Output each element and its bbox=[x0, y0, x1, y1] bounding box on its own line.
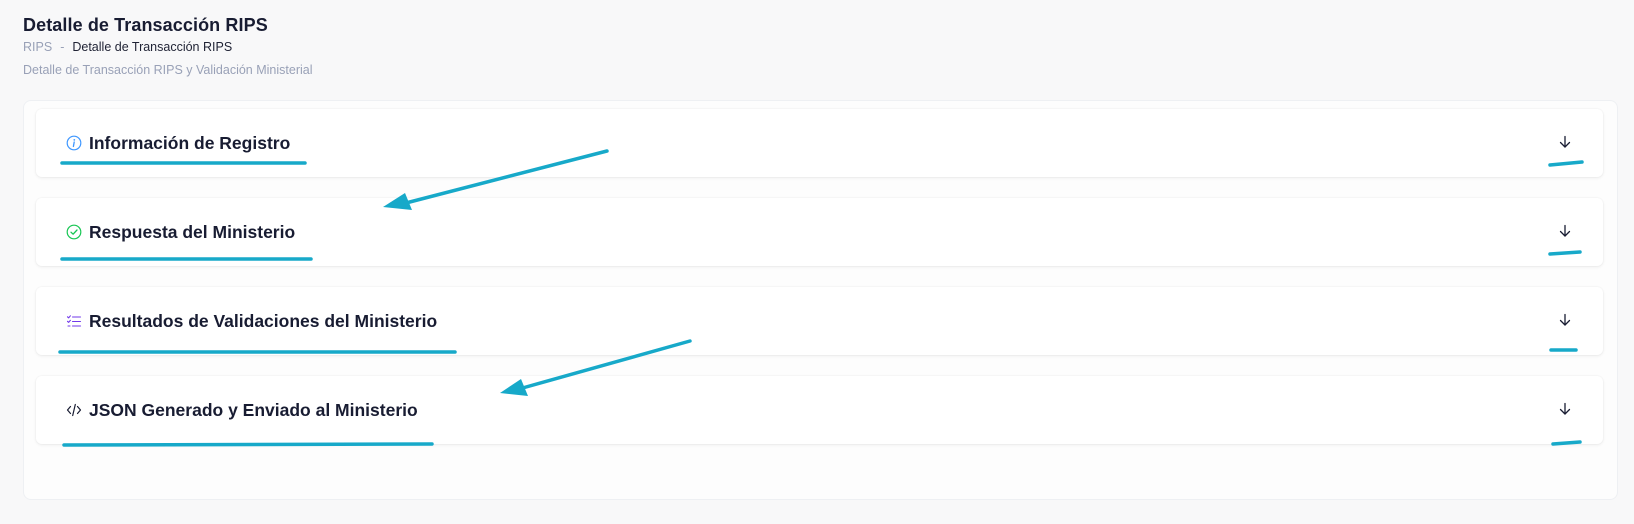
arrow-down-icon bbox=[1559, 402, 1571, 415]
info-icon bbox=[65, 134, 83, 152]
section-title: JSON Generado y Enviado al Ministerio bbox=[89, 400, 418, 420]
page-header: Detalle de Transacción RIPS RIPS - Detal… bbox=[23, 14, 268, 55]
expand-toggle-button[interactable] bbox=[1555, 399, 1575, 419]
section-header[interactable]: Respuesta del Ministerio bbox=[65, 222, 295, 242]
section-header[interactable]: JSON Generado y Enviado al Ministerio bbox=[65, 400, 418, 420]
breadcrumb: RIPS - Detalle de Transacción RIPS bbox=[23, 40, 268, 55]
breadcrumb-current: Detalle de Transacción RIPS bbox=[72, 40, 233, 54]
expand-toggle-button[interactable] bbox=[1555, 221, 1575, 241]
page-description: Detalle de Transacción RIPS y Validación… bbox=[23, 63, 313, 77]
arrow-down-icon bbox=[1559, 313, 1571, 326]
section-json-generado[interactable]: JSON Generado y Enviado al Ministerio bbox=[36, 376, 1603, 444]
breadcrumb-root-link[interactable]: RIPS bbox=[23, 40, 52, 55]
breadcrumb-separator: - bbox=[60, 40, 65, 54]
page-title: Detalle de Transacción RIPS bbox=[23, 15, 268, 35]
code-icon bbox=[65, 401, 83, 419]
section-resultados-validaciones[interactable]: Resultados de Validaciones del Ministeri… bbox=[36, 287, 1603, 355]
section-respuesta-ministerio[interactable]: Respuesta del Ministerio bbox=[36, 198, 1603, 266]
arrow-down-icon bbox=[1559, 135, 1571, 148]
section-title: Información de Registro bbox=[89, 133, 291, 153]
section-title: Respuesta del Ministerio bbox=[89, 222, 296, 242]
section-title: Resultados de Validaciones del Ministeri… bbox=[89, 311, 438, 331]
section-header[interactable]: Resultados de Validaciones del Ministeri… bbox=[65, 311, 437, 331]
section-informacion-registro[interactable]: Información de Registro bbox=[36, 109, 1603, 177]
checklist-icon bbox=[65, 312, 83, 330]
expand-toggle-button[interactable] bbox=[1555, 310, 1575, 330]
expand-toggle-button[interactable] bbox=[1555, 132, 1575, 152]
check-circle-icon bbox=[65, 223, 83, 241]
arrow-down-icon bbox=[1559, 224, 1571, 237]
section-header[interactable]: Información de Registro bbox=[65, 133, 290, 153]
